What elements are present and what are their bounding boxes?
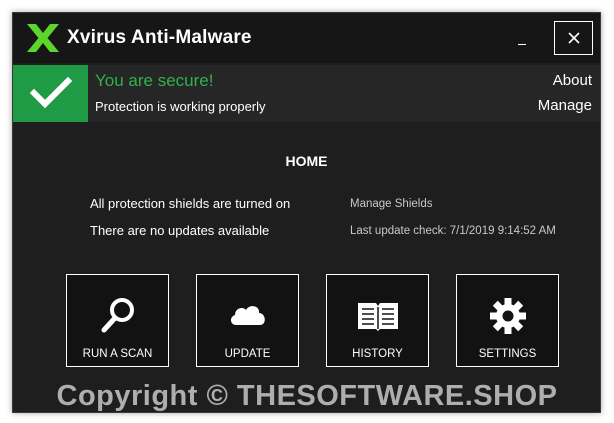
update-label: UPDATE [224,348,271,360]
history-tile[interactable]: HISTORY [326,274,429,367]
cloud-icon [230,306,265,325]
about-link[interactable]: About [553,72,592,89]
book-icon [357,303,398,331]
close-button[interactable] [554,21,593,55]
title-bar: Xvirus Anti-Malware [13,13,600,63]
status-banner: You are secure! Protection is working pr… [13,65,600,122]
minimize-button[interactable] [510,30,534,50]
manage-shields-link[interactable]: Manage Shields [350,198,432,210]
checkmark-icon [30,76,72,109]
settings-tile[interactable]: SETTINGS [456,274,559,367]
run-scan-tile[interactable]: RUN A SCAN [66,274,169,367]
run-scan-label: RUN A SCAN [82,348,153,360]
manage-link[interactable]: Manage [538,97,592,114]
last-update-text: Last update check: 7/1/2019 9:14:52 AM [350,225,556,237]
status-check-tile [13,65,88,122]
page-title: HOME [285,153,328,169]
app-title: Xvirus Anti-Malware [67,27,252,48]
settings-label: SETTINGS [478,348,537,360]
updates-status-text: There are no updates available [90,223,270,238]
shields-status-text: All protection shields are turned on [90,196,291,211]
status-subtitle: Protection is working properly [95,99,266,114]
app-window: Xvirus Anti-Malware You are secure! Prot… [12,12,601,413]
minimize-icon [518,44,526,45]
history-label: HISTORY [352,348,403,360]
xvirus-logo-icon [27,24,59,52]
gear-icon [489,298,526,334]
copyright-watermark: Copyright © THESOFTWARE.SHOP [56,380,558,412]
status-title: You are secure! [95,71,214,90]
update-tile[interactable]: UPDATE [196,274,299,367]
magnifier-icon [101,298,134,333]
close-icon [568,32,580,44]
